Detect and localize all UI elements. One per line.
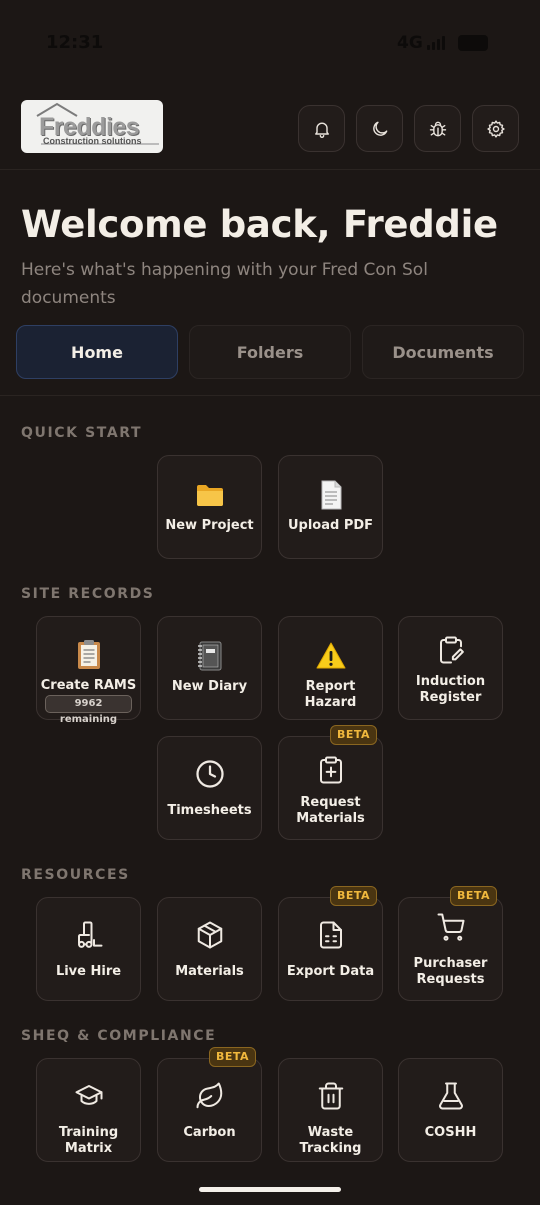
card-label: New Project bbox=[165, 518, 254, 533]
clipboard-edit-icon bbox=[399, 633, 502, 667]
status-time: 12:31 bbox=[46, 32, 104, 53]
card-label: Timesheets bbox=[167, 803, 252, 818]
beta-badge: BETA bbox=[449, 886, 497, 906]
report-hazard-button[interactable]: Report Hazard bbox=[278, 616, 383, 720]
training-matrix-button[interactable]: Training Matrix bbox=[36, 1058, 141, 1162]
card-label: Induction Register bbox=[415, 674, 486, 705]
spreadsheet-icon bbox=[279, 918, 382, 952]
page-title: Welcome back, Freddie bbox=[21, 203, 498, 246]
notebook-icon bbox=[158, 639, 261, 673]
folder-icon bbox=[158, 478, 261, 512]
bell-icon bbox=[314, 122, 329, 138]
request-materials-button[interactable]: BETA Request Materials bbox=[278, 725, 383, 840]
dark-mode-button[interactable] bbox=[356, 105, 403, 152]
logo-tagline: Construction solutions bbox=[43, 136, 142, 146]
battery-icon bbox=[458, 35, 488, 51]
card-label: New Diary bbox=[171, 679, 248, 694]
signal-icon bbox=[427, 36, 451, 50]
app-header: Freddies Construction solutions bbox=[0, 88, 540, 170]
beta-badge: BETA bbox=[329, 725, 377, 745]
tab-documents[interactable]: Documents bbox=[362, 325, 524, 379]
bug-icon bbox=[429, 121, 446, 136]
card-label: Waste Tracking bbox=[299, 1125, 362, 1156]
card-label: Purchaser Requests bbox=[413, 956, 488, 987]
company-logo[interactable]: Freddies Construction solutions bbox=[21, 100, 163, 153]
card-label: Export Data bbox=[286, 964, 375, 979]
card-label: Upload PDF bbox=[287, 518, 374, 533]
page-subtitle: Here's what's happening with your Fred C… bbox=[21, 260, 428, 308]
cart-icon bbox=[399, 910, 502, 944]
tab-folders[interactable]: Folders bbox=[189, 325, 351, 379]
clipboard-plus-icon bbox=[279, 753, 382, 787]
notifications-button[interactable] bbox=[298, 105, 345, 152]
clock-icon bbox=[158, 757, 261, 791]
materials-button[interactable]: Materials bbox=[157, 897, 262, 1001]
section-title-sheq: SHEQ & COMPLIANCE bbox=[21, 1028, 217, 1044]
document-icon bbox=[279, 478, 382, 512]
section-title-site-records: SITE RECORDS bbox=[21, 586, 155, 602]
graduation-cap-icon bbox=[37, 1079, 140, 1113]
flask-icon bbox=[399, 1079, 502, 1113]
induction-register-button[interactable]: Induction Register bbox=[398, 616, 503, 720]
warning-icon bbox=[279, 639, 382, 673]
waste-tracking-button[interactable]: Waste Tracking bbox=[278, 1058, 383, 1162]
beta-badge: BETA bbox=[208, 1047, 256, 1067]
network-type: 4G bbox=[397, 33, 423, 53]
card-label: Request Materials bbox=[296, 795, 365, 826]
beta-badge: BETA bbox=[329, 886, 377, 906]
create-rams-button[interactable]: Create RAMS 9962 remaining bbox=[36, 616, 141, 725]
home-indicator[interactable] bbox=[199, 1187, 341, 1192]
new-diary-button[interactable]: New Diary bbox=[157, 616, 262, 720]
tab-home[interactable]: Home bbox=[16, 325, 178, 379]
gear-icon bbox=[486, 119, 505, 138]
card-label: Report Hazard bbox=[304, 679, 357, 710]
card-label: Training Matrix bbox=[58, 1125, 119, 1156]
trash-icon bbox=[279, 1079, 382, 1113]
card-label: Live Hire bbox=[55, 964, 122, 979]
box-icon bbox=[158, 918, 261, 952]
bug-report-button[interactable] bbox=[414, 105, 461, 152]
purchaser-requests-button[interactable]: BETA Purchaser Requests bbox=[398, 886, 503, 1001]
leaf-icon bbox=[158, 1079, 261, 1113]
coshh-button[interactable]: COSHH bbox=[398, 1058, 503, 1162]
timesheets-button[interactable]: Timesheets bbox=[157, 736, 262, 840]
new-project-button[interactable]: New Project bbox=[157, 455, 262, 559]
export-data-button[interactable]: BETA Export Data bbox=[278, 886, 383, 1001]
live-hire-button[interactable]: Live Hire bbox=[36, 897, 141, 1001]
card-label: Materials bbox=[175, 964, 244, 979]
section-title-resources: RESOURCES bbox=[21, 867, 130, 883]
card-label: COSHH bbox=[424, 1125, 477, 1140]
upload-pdf-button[interactable]: Upload PDF bbox=[278, 455, 383, 559]
remaining-badge: 9962 remaining bbox=[45, 695, 132, 725]
moon-icon bbox=[372, 121, 387, 136]
clipboard-icon bbox=[37, 637, 140, 671]
section-title-quick-start: QUICK START bbox=[21, 425, 143, 441]
divider bbox=[0, 395, 540, 396]
carbon-button[interactable]: BETA Carbon bbox=[157, 1047, 262, 1162]
card-label: Carbon bbox=[183, 1125, 236, 1140]
settings-button[interactable] bbox=[472, 105, 519, 152]
tab-bar: Home Folders Documents bbox=[16, 325, 524, 379]
forklift-icon bbox=[37, 918, 140, 952]
status-bar: 12:31 4G bbox=[0, 0, 540, 88]
card-label: Create RAMS bbox=[40, 678, 137, 693]
